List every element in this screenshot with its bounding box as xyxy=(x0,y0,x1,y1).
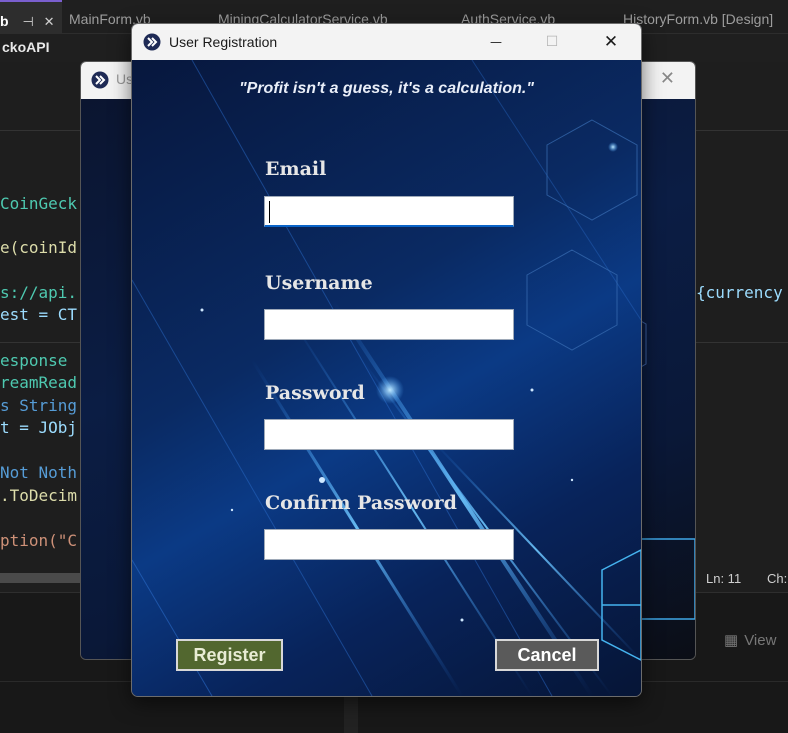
maximize-icon: ☐ xyxy=(545,34,559,50)
app-icon xyxy=(91,71,109,89)
code-line: ption("C xyxy=(0,531,78,550)
username-label: Username xyxy=(265,272,373,294)
view-button[interactable]: ▦ View xyxy=(724,631,776,649)
password-field[interactable] xyxy=(264,419,514,450)
tab-historyform-design[interactable]: HistoryForm.vb [Design] xyxy=(623,0,788,33)
pin-icon[interactable]: ⊣ xyxy=(22,14,33,29)
dialog-titlebar[interactable]: User Registration — ☐ ✕ xyxy=(132,24,641,60)
class-dropdown[interactable]: ckoAPI xyxy=(2,39,49,55)
code-line: s://api. xyxy=(0,283,78,302)
confirm-password-field[interactable] xyxy=(264,529,514,560)
horizontal-scrollbar[interactable] xyxy=(0,573,80,583)
close-icon[interactable]: ✕ xyxy=(44,14,55,29)
code-line: s String xyxy=(0,396,78,415)
tab-label: b xyxy=(0,13,9,29)
grid-icon: ▦ xyxy=(724,632,739,649)
code-line: esponse xyxy=(0,351,68,370)
maximize-button: ☐ xyxy=(529,24,575,60)
dialog-content: "Profit isn't a guess, it's a calculatio… xyxy=(132,60,641,696)
minimize-icon: — xyxy=(490,35,502,49)
line-indicator: Ln: 11 xyxy=(706,571,742,586)
password-label: Password xyxy=(265,382,365,404)
code-line: CoinGeck xyxy=(0,194,78,213)
code-line: e(coinId xyxy=(0,238,78,257)
code-line: reamRead xyxy=(0,373,78,392)
dialog-title: User Registration xyxy=(169,34,278,50)
code-line: .ToDecim xyxy=(0,486,78,505)
code-line: est = CT xyxy=(0,305,78,324)
username-field[interactable] xyxy=(264,309,514,340)
tab-label: HistoryForm.vb [Design] xyxy=(623,11,774,27)
app-icon xyxy=(143,33,161,51)
close-button[interactable]: ✕ xyxy=(588,24,634,60)
splitter[interactable] xyxy=(344,693,358,733)
cancel-button[interactable]: Cancel xyxy=(495,639,599,671)
tab-current-file[interactable]: b ⊣ ✕ xyxy=(0,0,62,35)
email-field[interactable] xyxy=(264,196,514,227)
confirm-password-label: Confirm Password xyxy=(265,492,457,514)
minimize-button[interactable]: — xyxy=(473,24,519,60)
view-label: View xyxy=(744,632,777,649)
quote-text: "Profit isn't a guess, it's a calculatio… xyxy=(239,80,534,97)
tech-background-image xyxy=(132,60,641,696)
code-line-right: {currency xyxy=(696,283,783,302)
text-caret xyxy=(269,201,270,223)
column-indicator: Ch: xyxy=(767,571,788,586)
code-line: Not Noth xyxy=(0,463,78,482)
close-icon: ✕ xyxy=(603,32,619,52)
email-label: Email xyxy=(265,158,327,180)
code-line: t = JObj xyxy=(0,418,78,437)
user-registration-dialog: User Registration — ☐ ✕ "Profit isn't a … xyxy=(131,23,642,697)
register-button[interactable]: Register xyxy=(176,639,283,671)
close-icon[interactable]: ✕ xyxy=(660,68,675,89)
